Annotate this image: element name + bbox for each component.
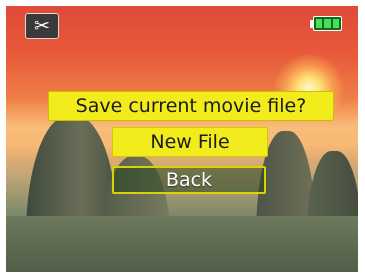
scissors-icon: ✂ [25, 13, 59, 39]
battery-bar [316, 19, 323, 28]
battery-full-icon [310, 16, 344, 33]
back-button[interactable]: Back [112, 166, 266, 194]
battery-bar [324, 19, 331, 28]
dialog-title: Save current movie file? [48, 91, 334, 121]
new-file-button[interactable]: New File [112, 127, 268, 157]
ground-background [6, 216, 358, 272]
battery-bar [332, 19, 339, 28]
battery-body [313, 16, 342, 31]
